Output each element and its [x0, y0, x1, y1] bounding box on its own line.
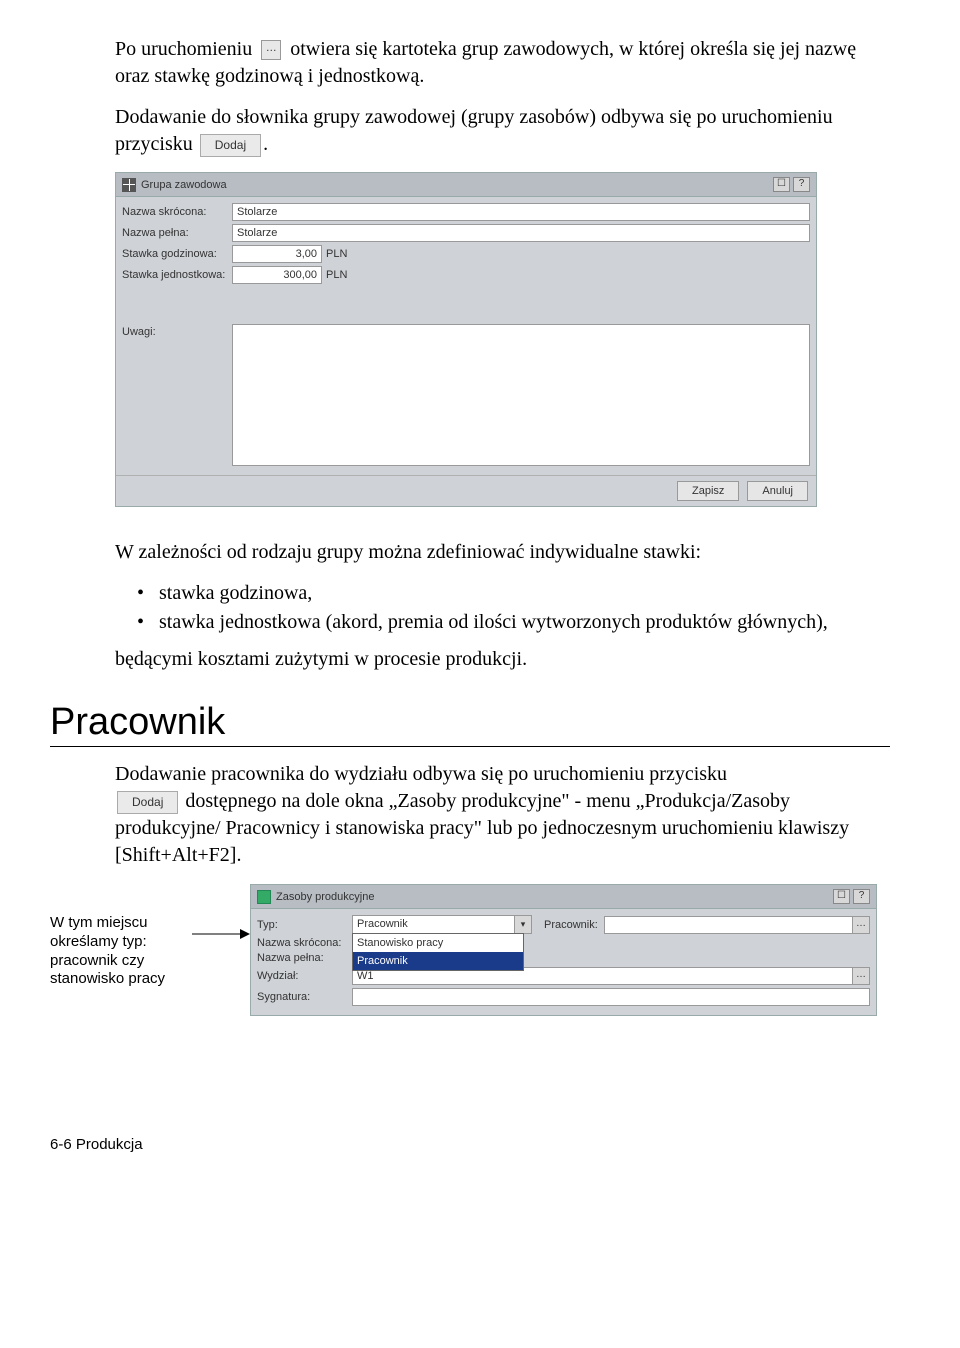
- unit-pln-1: PLN: [326, 248, 347, 260]
- input-stawka-godzinowa[interactable]: 3,00: [232, 245, 322, 263]
- input-stawka-jednostkowa[interactable]: 300,00: [232, 266, 322, 284]
- label-stawka-godzinowa: Stawka godzinowa:: [122, 248, 232, 260]
- paragraph-3: W zależności od rodzaju grupy można zdef…: [115, 539, 890, 566]
- input-pracownik[interactable]: …: [604, 916, 870, 934]
- zapisz-button[interactable]: Zapisz: [677, 481, 739, 501]
- bullet-list: stawka godzinowa, stawka jednostkowa (ak…: [137, 580, 890, 636]
- dodaj-button[interactable]: Dodaj: [200, 134, 261, 156]
- window-title: Grupa zawodowa: [141, 179, 227, 191]
- window-titlebar: Grupa zawodowa ☐ ?: [116, 173, 816, 197]
- callout-arrow-icon: [190, 884, 250, 944]
- label-pracownik: Pracownik:: [544, 919, 598, 931]
- bullet-stawka-godzinowa: stawka godzinowa,: [137, 580, 890, 607]
- dots-icon[interactable]: …: [852, 917, 869, 933]
- dodaj-button-2[interactable]: Dodaj: [117, 791, 178, 813]
- chevron-down-icon[interactable]: ▾: [514, 916, 531, 933]
- label-nazwa-pelna: Nazwa pełna:: [122, 227, 232, 239]
- unit-pln-2: PLN: [326, 269, 347, 281]
- label-nazwa-skrocona: Nazwa skrócona:: [122, 206, 232, 218]
- value-wydzial: W1: [353, 970, 374, 982]
- anuluj-button[interactable]: Anuluj: [747, 481, 808, 501]
- grupa-zawodowa-window: Grupa zawodowa ☐ ? Nazwa skrócona: Stola…: [115, 172, 817, 507]
- label-wydzial: Wydział:: [257, 970, 352, 982]
- label-stawka-jednostkowa: Stawka jednostkowa:: [122, 269, 232, 281]
- window2-titlebar: Zasoby produkcyjne ☐ ?: [251, 885, 876, 909]
- zasoby-produkcyjne-window: Zasoby produkcyjne ☐ ? Typ: Pracownik ▾ …: [250, 884, 877, 1016]
- input-nazwa-skrocona[interactable]: Stolarze: [232, 203, 810, 221]
- window-help-icon[interactable]: ?: [793, 177, 810, 192]
- bullet-stawka-jednostkowa: stawka jednostkowa (akord, premia od ilo…: [137, 609, 890, 636]
- para5-text-a: Dodawanie pracownika do wydziału odbywa …: [115, 763, 727, 785]
- label-sygnatura: Sygnatura:: [257, 991, 352, 1003]
- callout-text: W tym miejscu określamy typ: pracownik c…: [50, 884, 190, 989]
- textarea-uwagi[interactable]: [232, 324, 810, 466]
- para1-text-a: Po uruchomieniu: [115, 38, 252, 60]
- label2-nazwa-pelna: Nazwa pełna:: [257, 952, 352, 964]
- heading-pracownik: Pracownik: [50, 701, 890, 747]
- window2-help-icon[interactable]: ?: [853, 889, 870, 904]
- label-uwagi: Uwagi:: [122, 324, 232, 338]
- dots-button-icon[interactable]: …: [261, 40, 281, 60]
- input-sygnatura[interactable]: [352, 988, 870, 1006]
- input-nazwa-pelna[interactable]: Stolarze: [232, 224, 810, 242]
- dropdown-option-pracownik[interactable]: Pracownik: [353, 952, 523, 970]
- period: .: [263, 133, 268, 155]
- grid-icon: [122, 178, 136, 192]
- dropdown-option-stanowisko[interactable]: Stanowisko pracy: [353, 934, 523, 952]
- paragraph-2: Dodawanie do słownika grupy zawodowej (g…: [115, 104, 890, 158]
- page-footer: 6-6 Produkcja: [50, 1136, 890, 1153]
- paragraph-5: Dodawanie pracownika do wydziału odbywa …: [115, 761, 890, 869]
- para5-text-b: dostępnego na dole okna „Zasoby produkcy…: [115, 790, 849, 866]
- dots-icon-2[interactable]: …: [852, 968, 869, 984]
- window2-tool-icon[interactable]: ☐: [833, 889, 850, 904]
- dropdown-typ-list: Stanowisko pracy Pracownik: [352, 933, 524, 971]
- label2-nazwa-skrocona: Nazwa skrócona:: [257, 937, 352, 949]
- paragraph-4: będącymi kosztami zużytymi w procesie pr…: [115, 646, 890, 673]
- paragraph-1: Po uruchomieniu … otwiera się kartoteka …: [115, 36, 890, 90]
- window-tool-icon[interactable]: ☐: [773, 177, 790, 192]
- dropdown-typ-value: Pracownik: [357, 918, 408, 930]
- resource-icon: [257, 890, 271, 904]
- window2-title: Zasoby produkcyjne: [276, 891, 374, 903]
- dropdown-typ[interactable]: Pracownik ▾ Stanowisko pracy Pracownik: [352, 915, 532, 934]
- label-typ: Typ:: [257, 919, 352, 931]
